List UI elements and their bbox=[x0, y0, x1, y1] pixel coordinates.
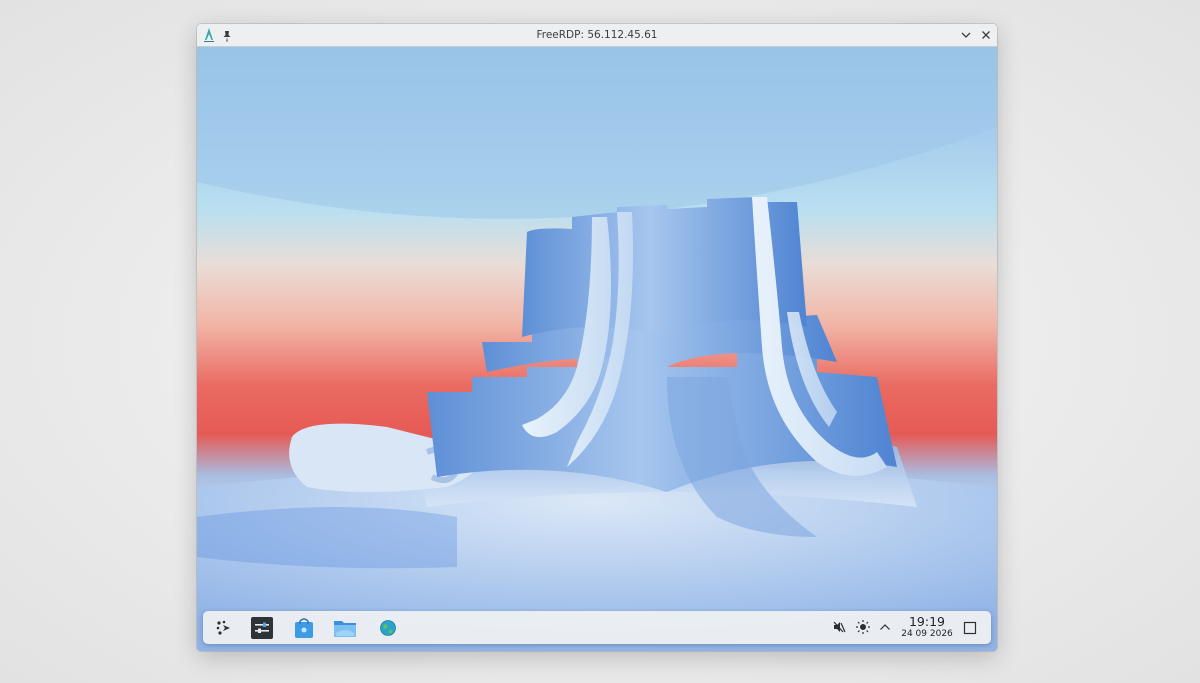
taskbar: 19:19 24 09 2026 bbox=[203, 611, 991, 644]
store-bag-icon[interactable] bbox=[291, 615, 317, 641]
chevron-down-icon[interactable] bbox=[958, 27, 974, 43]
clock-date: 24 09 2026 bbox=[901, 629, 953, 639]
folder-icon[interactable] bbox=[332, 615, 358, 641]
window-title: FreeRDP: 56.112.45.61 bbox=[536, 29, 658, 41]
globe-icon[interactable] bbox=[375, 615, 401, 641]
sun-icon[interactable] bbox=[855, 619, 871, 635]
remote-desktop[interactable]: 19:19 24 09 2026 bbox=[197, 47, 997, 651]
speaker-muted-icon[interactable] bbox=[831, 619, 847, 635]
window-titlebar[interactable]: FreeRDP: 56.112.45.61 bbox=[197, 24, 997, 47]
close-icon[interactable] bbox=[978, 27, 994, 43]
clock-time: 19:19 bbox=[908, 614, 946, 629]
remote-desktop-window: FreeRDP: 56.112.45.61 19:19 24 09 2026 bbox=[197, 24, 997, 651]
show-desktop-icon[interactable] bbox=[963, 620, 977, 635]
chevron-up-icon[interactable] bbox=[877, 619, 893, 635]
wallpaper bbox=[197, 47, 997, 651]
kde-launcher-icon[interactable] bbox=[211, 615, 237, 641]
settings-sliders-icon[interactable] bbox=[249, 615, 275, 641]
digital-clock[interactable]: 19:19 24 09 2026 bbox=[897, 614, 957, 642]
